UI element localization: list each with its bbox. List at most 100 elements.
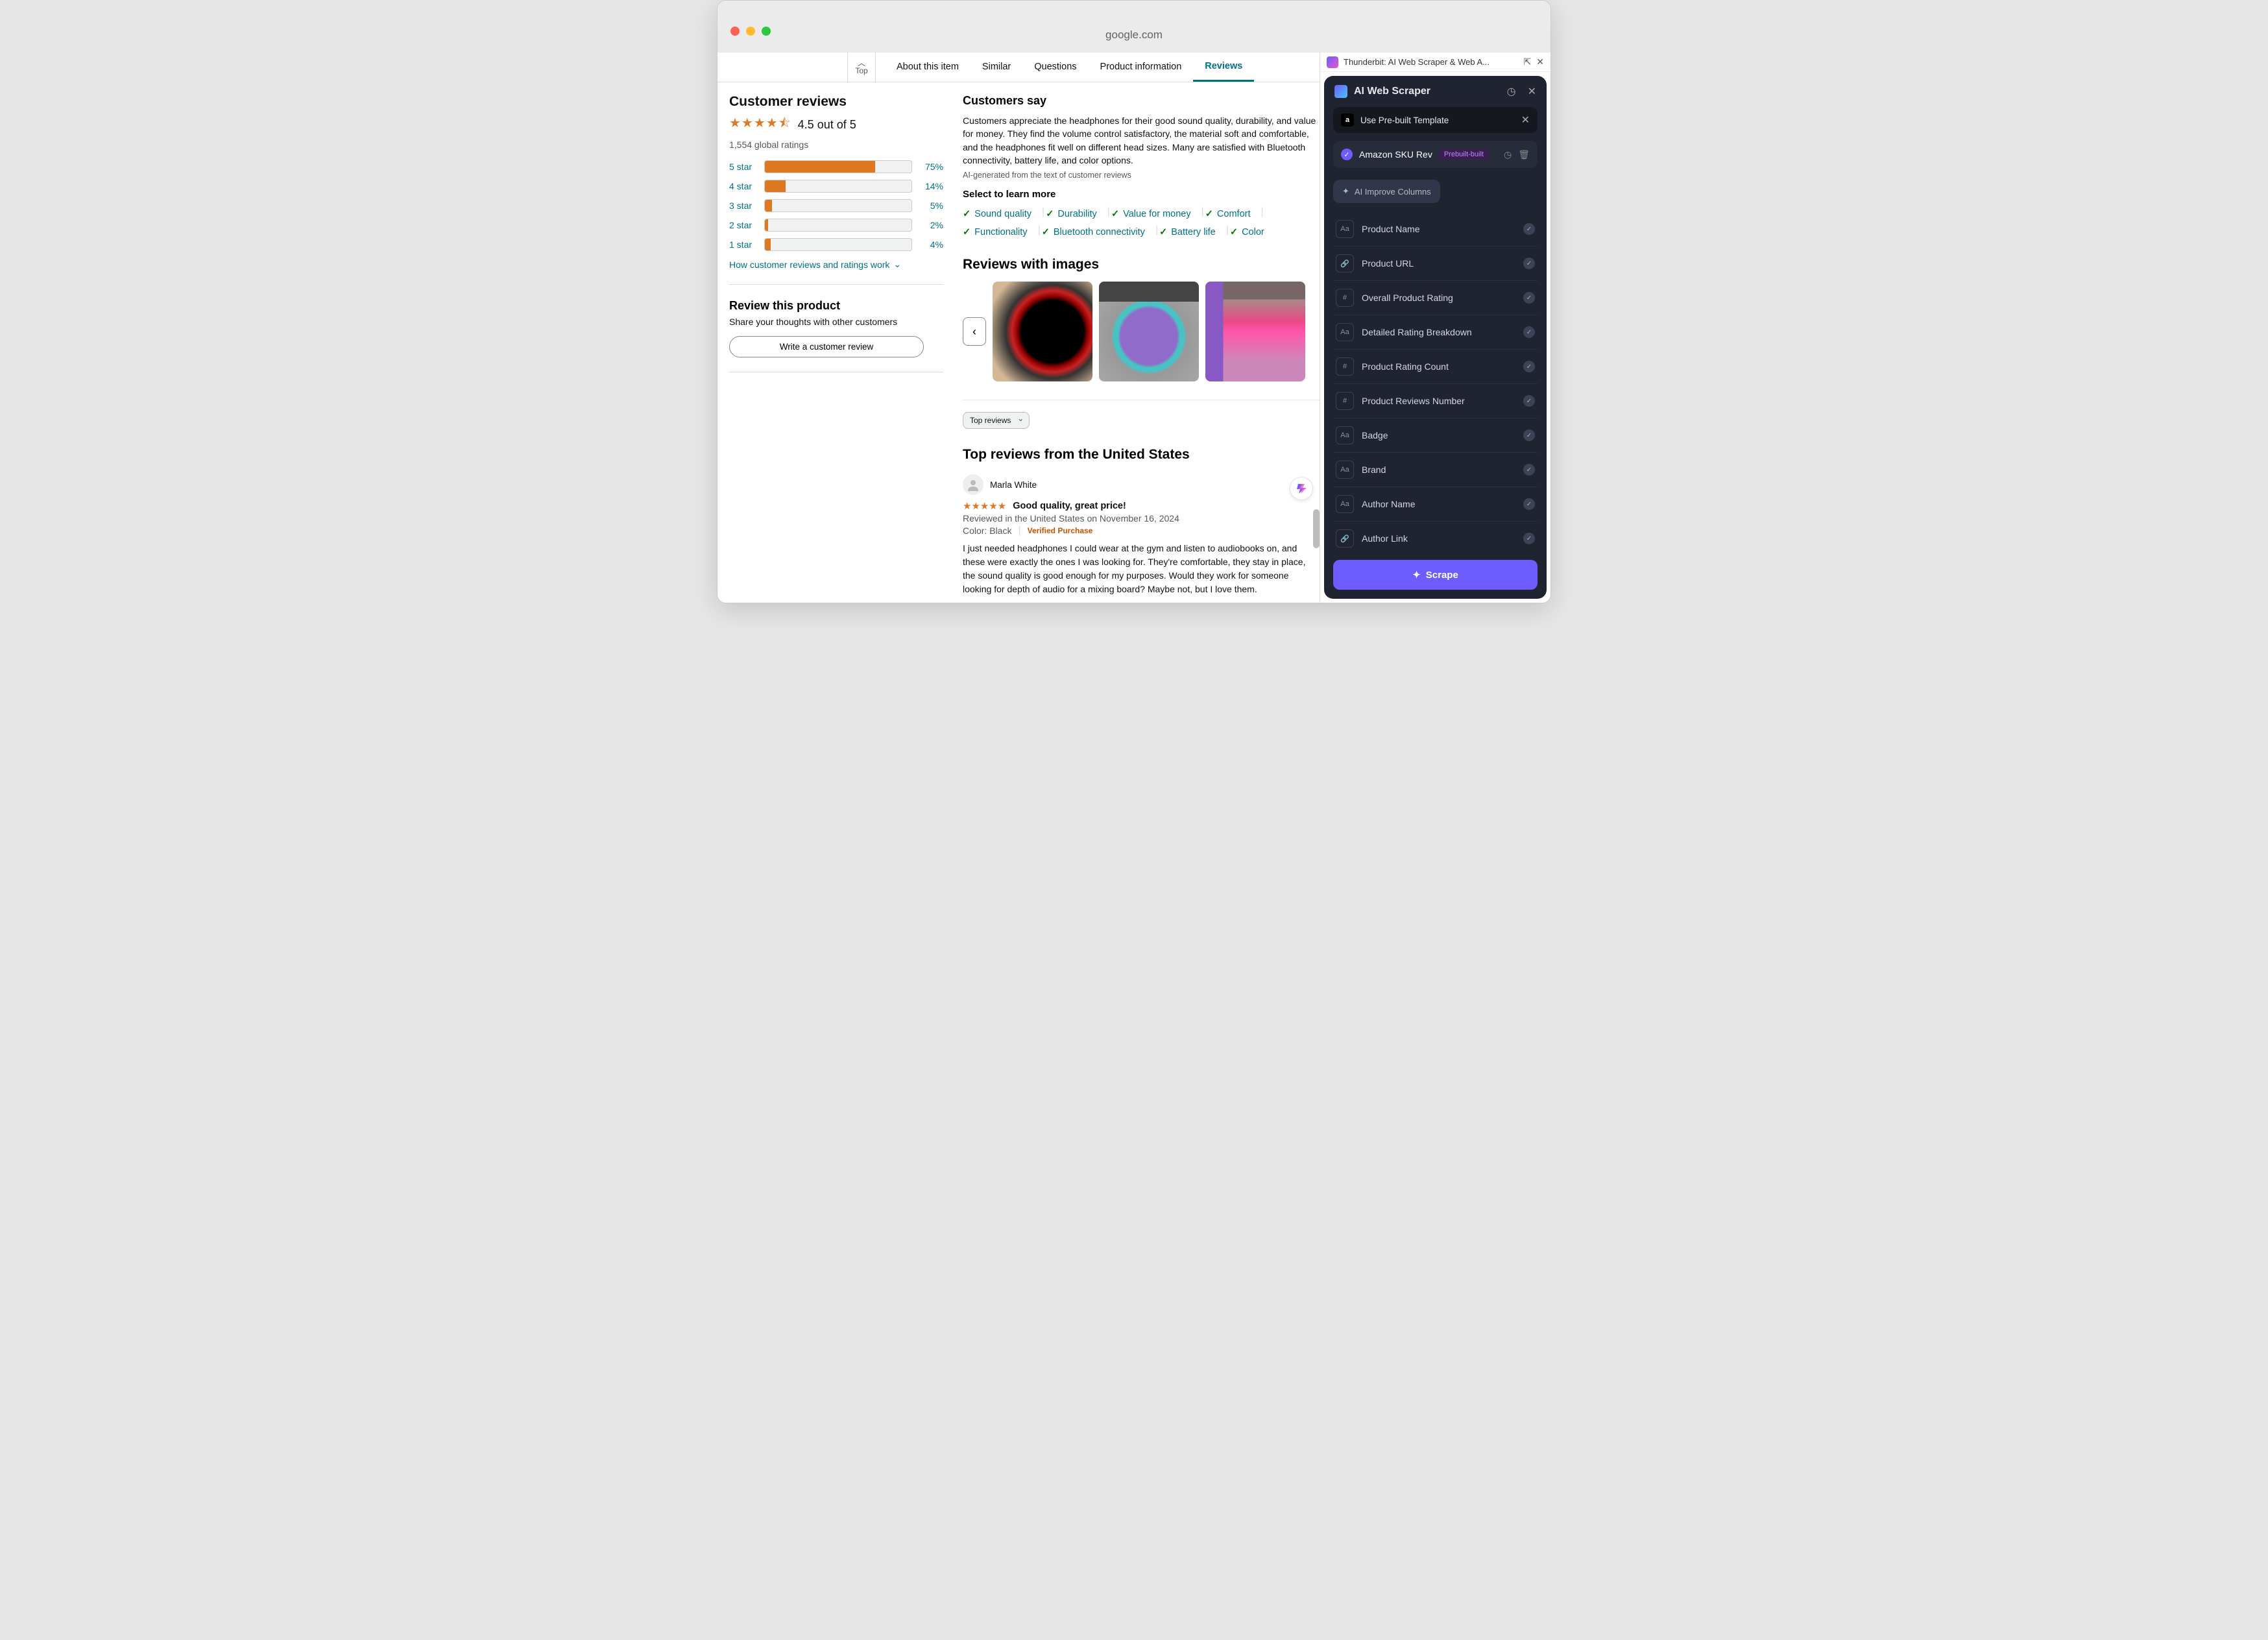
field-check-icon[interactable]: ✓ [1523,429,1535,441]
topic-label: Sound quality [974,209,1031,219]
field-check-icon[interactable]: ✓ [1523,464,1535,476]
field-check-icon[interactable]: ✓ [1523,258,1535,269]
topic-sound-quality[interactable]: ✓Sound quality [963,206,1038,222]
template-bar[interactable]: a Use Pre-built Template ✕ [1333,107,1538,133]
field-check-icon[interactable]: ✓ [1523,498,1535,510]
field-row[interactable]: 🔗Product URL✓ [1333,247,1538,281]
field-row[interactable]: AaProduct Name✓ [1333,212,1538,247]
field-name: Product Rating Count [1362,361,1515,372]
check-icon: ✓ [1042,227,1050,237]
global-ratings-count: 1,554 global ratings [729,139,943,150]
field-name: Overall Product Rating [1362,293,1515,303]
field-check-icon[interactable]: ✓ [1523,292,1535,304]
improve-label: AI Improve Columns [1355,187,1431,197]
customer-reviews-title: Customer reviews [729,94,943,110]
chevron-left-icon: ‹ [972,325,976,339]
field-row[interactable]: 🔗Author Link✓ [1333,522,1538,551]
close-icon[interactable]: ✕ [1536,56,1544,67]
trash-icon[interactable]: 🗑 [1518,149,1530,160]
datasource-bar[interactable]: ✓ Amazon SKU Rev Prebuilt-built ◷ 🗑 [1333,141,1538,168]
tab-questions[interactable]: Questions [1022,53,1088,82]
bar-pct: 2% [920,220,943,230]
image-carousel: ‹ [963,282,1320,381]
field-check-icon[interactable]: ✓ [1523,361,1535,372]
scrollbar[interactable] [1313,509,1320,548]
field-row[interactable]: AaBadge✓ [1333,418,1538,453]
bar-track [764,238,912,251]
write-review-button[interactable]: Write a customer review [729,336,924,357]
tab-similar[interactable]: Similar [971,53,1022,82]
reviewer-name[interactable]: Marla White [990,480,1037,490]
check-icon: ✓ [1230,227,1238,237]
text-type-icon: Aa [1336,220,1354,238]
field-check-icon[interactable]: ✓ [1523,326,1535,338]
review-image[interactable] [1099,282,1199,381]
close-icon[interactable]: ✕ [1528,85,1536,98]
topic-battery[interactable]: ✓Battery life [1159,224,1222,240]
topic-label: Comfort [1217,209,1251,219]
topic-bluetooth[interactable]: ✓Bluetooth connectivity [1042,224,1152,240]
rating-bar-3[interactable]: 3 star 5% [729,199,943,212]
rating-bar-1[interactable]: 1 star 4% [729,238,943,251]
chevron-up-icon: ︿ [858,60,865,66]
review-image[interactable] [993,282,1092,381]
top-reviews-title: Top reviews from the United States [963,447,1320,463]
pin-icon[interactable]: ⇱ [1524,56,1532,67]
check-icon: ✓ [1159,227,1167,237]
number-type-icon: # [1336,289,1354,307]
topic-comfort[interactable]: ✓Comfort [1205,206,1257,222]
sort-reviews-select[interactable]: Top reviews [963,412,1030,429]
sparkle-icon: ✦ [1342,186,1349,197]
field-row[interactable]: #Product Reviews Number✓ [1333,384,1538,418]
field-row[interactable]: AaDetailed Rating Breakdown✓ [1333,315,1538,350]
thunderbit-logo-icon [1327,56,1338,68]
review-title[interactable]: Good quality, great price! [1013,501,1126,511]
tab-product-info[interactable]: Product information [1089,53,1194,82]
tab-reviews[interactable]: Reviews [1193,53,1254,82]
rating-bar-2[interactable]: 2 star 2% [729,219,943,232]
history-icon[interactable]: ◷ [1507,85,1516,98]
scrape-label: Scrape [1426,570,1458,581]
customers-say-title: Customers say [963,94,1320,108]
scrape-button[interactable]: ✦ Scrape [1333,560,1538,590]
history-icon[interactable]: ◷ [1504,149,1512,160]
ai-improve-columns-button[interactable]: ✦ AI Improve Columns [1333,180,1440,203]
topic-color[interactable]: ✓ Color [1230,224,1271,240]
how-reviews-work-link[interactable]: How customer reviews and ratings work ⌄ [729,259,943,270]
reviews-with-images-title: Reviews with images [963,257,1320,272]
jump-to-top-button[interactable]: ︿ Top [847,53,876,82]
minimize-window-button[interactable] [746,27,755,36]
page-body: Customer reviews ★★★★⯪ 4.5 out of 5 1,55… [718,82,1320,603]
field-check-icon[interactable]: ✓ [1523,223,1535,235]
review-image[interactable] [1205,282,1305,381]
field-row[interactable]: # Overall Product Rating ✓ [1333,281,1538,315]
thunderbit-overlay-icon[interactable] [1290,477,1313,500]
field-row[interactable]: AaAuthor Name✓ [1333,487,1538,522]
topic-durability[interactable]: ✓Durability [1046,206,1104,222]
topic-functionality[interactable]: ✓Functionality [963,224,1034,240]
topic-label: Color [1242,227,1264,237]
stars-icon: ★★★★★ [963,500,1006,512]
reviews-summary-column: Customer reviews ★★★★⯪ 4.5 out of 5 1,55… [729,94,963,603]
topic-label: Functionality [974,227,1027,237]
topic-value[interactable]: ✓Value for money [1111,206,1198,222]
field-row[interactable]: #Product Rating Count✓ [1333,350,1538,384]
carousel-prev-button[interactable]: ‹ [963,317,986,346]
field-row[interactable]: AaBrand✓ [1333,453,1538,487]
close-window-button[interactable] [730,27,740,36]
chevron-down-icon: ⌄ [893,259,901,270]
rating-bar-4[interactable]: 4 star 14% [729,180,943,193]
field-check-icon[interactable]: ✓ [1523,533,1535,544]
amazon-icon: a [1341,114,1354,127]
rating-bar-5[interactable]: 5 star 75% [729,160,943,173]
tab-about[interactable]: About this item [885,53,971,82]
field-check-icon[interactable]: ✓ [1523,395,1535,407]
maximize-window-button[interactable] [762,27,771,36]
bar-pct: 4% [920,239,943,250]
verified-purchase-badge: Verified Purchase [1028,526,1093,535]
review-header: Marla White [963,474,1320,495]
url-bar[interactable]: google.com [718,12,1550,42]
check-icon: ✓ [1111,209,1119,219]
divider [729,284,943,285]
close-icon[interactable]: ✕ [1521,114,1530,127]
